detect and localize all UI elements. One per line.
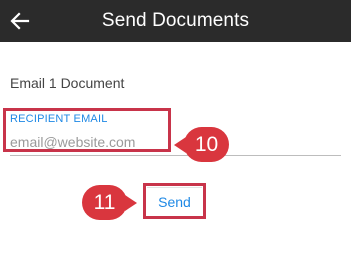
app-bar: Send Documents: [0, 0, 351, 42]
step-callout-10: 10: [174, 127, 229, 162]
page-title: Send Documents: [101, 10, 250, 31]
document-count-label: Email 1 Document: [10, 75, 125, 91]
step-callout-11: 11: [82, 185, 137, 220]
input-underline: [10, 155, 341, 156]
recipient-email-input[interactable]: [8, 131, 292, 153]
recipient-email-label: RECIPIENT EMAIL: [10, 113, 108, 125]
send-button[interactable]: Send: [147, 187, 202, 215]
send-button-highlight: Send: [143, 183, 206, 219]
